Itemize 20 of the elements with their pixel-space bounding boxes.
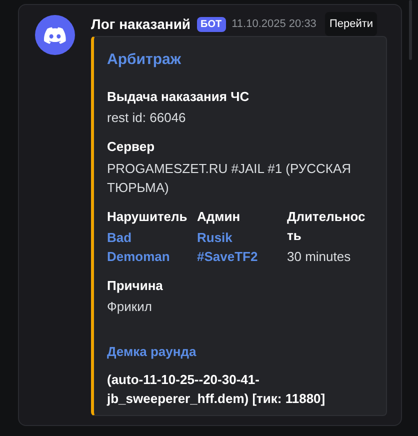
embed-title[interactable]: Арбитраж — [107, 49, 374, 72]
field-value: rest id: 66046 — [107, 109, 187, 127]
field-name: Выдача наказания ЧС — [107, 88, 250, 106]
field-name: Длительность — [287, 208, 366, 244]
bot-tag: БОТ — [196, 16, 226, 32]
field-value: PROGAMESZET.RU #JAIL #1 (РУССКАЯ ТЮРЬМА) — [107, 160, 352, 196]
field-value: Фрикил — [107, 298, 153, 316]
field-name: Сервер — [107, 138, 156, 156]
field-value: Bad Demoman — [107, 228, 171, 266]
field-value: 30 minutes — [287, 248, 352, 266]
field-name: Нарушитель — [107, 208, 188, 226]
field-name: Причина — [107, 276, 164, 295]
field-name: Демка раунда — [107, 343, 198, 361]
game-controller-logo-icon — [44, 26, 66, 44]
field-value: (auto-11-10-25--20-30-41-jb_sweeperer_hff.dem) [тик: 11880] — [107, 370, 326, 408]
field-name: Админ — [197, 208, 242, 226]
field-value: Rusik #SaveTF2 — [197, 228, 259, 266]
author-name[interactable]: Лог наказаний — [91, 14, 191, 34]
timestamp: 11.10.2025 20:33 — [232, 16, 316, 32]
jump-button[interactable]: Перейти — [325, 12, 378, 36]
